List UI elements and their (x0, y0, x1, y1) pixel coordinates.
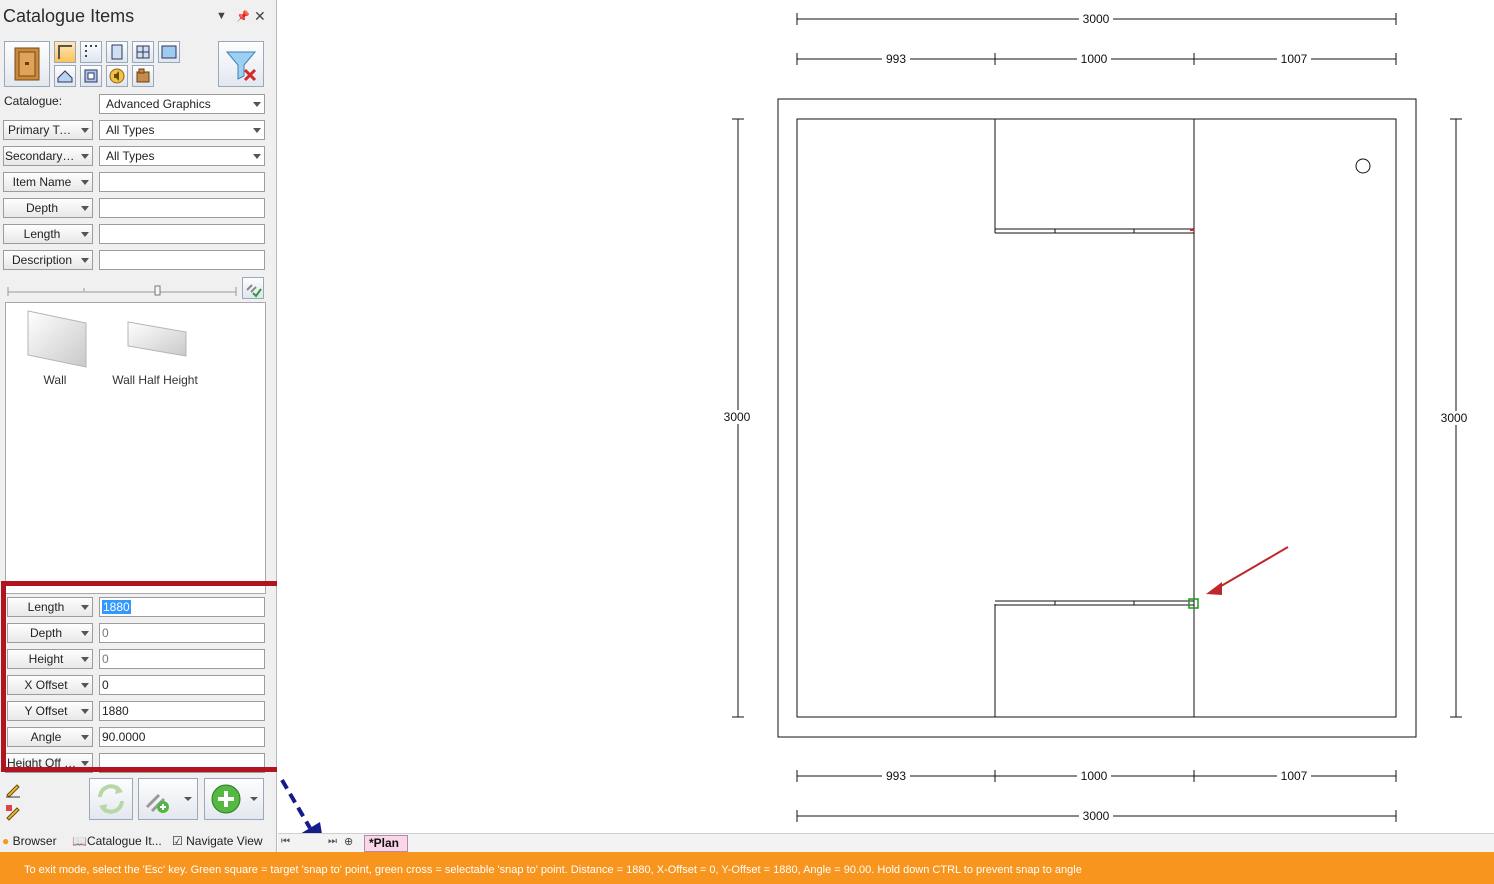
status-text: To exit mode, select the 'Esc' key. Gree… (24, 864, 1082, 876)
fixture-circle (1355, 158, 1371, 174)
first-sheet-icon[interactable]: ⏮ (281, 836, 290, 847)
dimension-left: 3000 (724, 410, 751, 424)
plan-drawing: 3000 993 1000 1007 993 1000 1007 3000 30… (280, 12, 1473, 852)
dimension-bottom-part-3: 1007 (1281, 769, 1308, 783)
dimension-bottom-part-2: 1000 (1081, 769, 1108, 783)
arrow-head-icon (1206, 582, 1222, 595)
dimension-top-part-1: 993 (886, 52, 906, 66)
dimension-bottom-part-1: 993 (886, 769, 906, 783)
dashed-pointer-arrow (280, 778, 312, 830)
dimension-top-part-2: 1000 (1081, 52, 1108, 66)
tab-plan[interactable]: *Plan (364, 835, 409, 852)
sheet-tab-strip (278, 833, 1494, 853)
dimension-top-part-3: 1007 (1281, 52, 1308, 66)
dimension-right: 3000 (1441, 411, 1468, 425)
inner-wall-outline (796, 118, 1397, 718)
outer-wall-outline (777, 98, 1417, 738)
last-sheet-icon[interactable]: ⏭ (328, 836, 337, 847)
pointer-arrow (1215, 546, 1289, 590)
add-sheet-icon[interactable]: ⊕ (344, 835, 353, 848)
dimension-bottom-total: 3000 (1083, 809, 1110, 823)
dimension-top-total: 3000 (1083, 12, 1110, 26)
